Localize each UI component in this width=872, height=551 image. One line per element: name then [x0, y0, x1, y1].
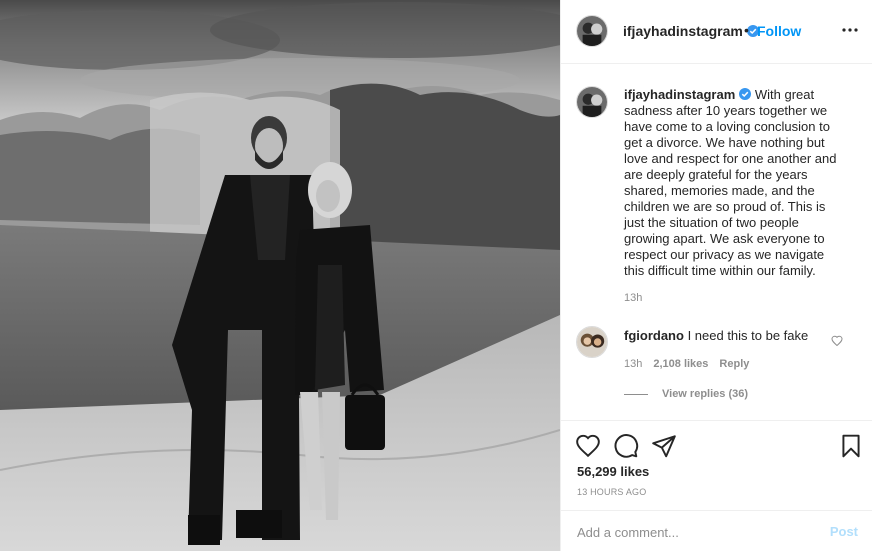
post-comment-button[interactable]: Post: [830, 524, 858, 539]
post-photo[interactable]: [0, 0, 560, 551]
avatar[interactable]: [576, 15, 608, 47]
heart-icon[interactable]: [831, 335, 843, 347]
post-actions-bar: [561, 422, 872, 470]
reply-button[interactable]: Reply: [719, 358, 749, 370]
replies-divider-line: [624, 393, 648, 395]
view-replies-label[interactable]: View replies (36): [662, 388, 748, 400]
username-text[interactable]: ifjayhadinstagram: [623, 23, 743, 39]
comment-timestamp[interactable]: 13h: [624, 358, 642, 370]
bookmark-icon[interactable]: [838, 433, 864, 459]
caption-body: With great sadness after 10 years togeth…: [624, 87, 837, 278]
avatar[interactable]: [576, 86, 608, 118]
separator-dot: •: [744, 22, 749, 38]
comments-list[interactable]: ifjayhadinstagram With great sadness aft…: [561, 65, 872, 421]
comment-text: fgiordano I need this to be fake: [624, 328, 808, 344]
caption-author[interactable]: ifjayhadinstagram: [624, 87, 735, 102]
comment-meta: 13h 2,108 likes Reply: [624, 358, 749, 370]
avatar[interactable]: [576, 326, 608, 358]
view-replies-button[interactable]: View replies (36): [624, 388, 748, 400]
caption-timestamp[interactable]: 13h: [624, 292, 642, 304]
heart-icon[interactable]: [575, 433, 601, 459]
caption-text: ifjayhadinstagram With great sadness aft…: [624, 87, 842, 279]
comment-author[interactable]: fgiordano: [624, 328, 684, 343]
follow-button[interactable]: Follow: [757, 23, 801, 39]
post-details-panel: ifjayhadinstagram • Follow ifjayhadinsta…: [560, 0, 872, 551]
comment-icon[interactable]: [613, 433, 639, 459]
post-header: ifjayhadinstagram • Follow: [561, 0, 872, 64]
comment-likes[interactable]: 2,108 likes: [653, 358, 708, 370]
photo-image: [0, 0, 560, 551]
add-comment-section: Post: [561, 510, 872, 551]
post-timestamp[interactable]: 13 HOURS AGO: [577, 487, 646, 497]
likes-count[interactable]: 56,299 likes: [577, 464, 649, 479]
post-author-username[interactable]: ifjayhadinstagram: [623, 23, 759, 39]
more-horizontal-icon[interactable]: [842, 20, 858, 40]
paper-plane-icon[interactable]: [651, 433, 677, 459]
add-comment-input[interactable]: [577, 523, 807, 541]
verified-badge-icon: [739, 88, 752, 100]
comment-body: I need this to be fake: [687, 328, 809, 343]
